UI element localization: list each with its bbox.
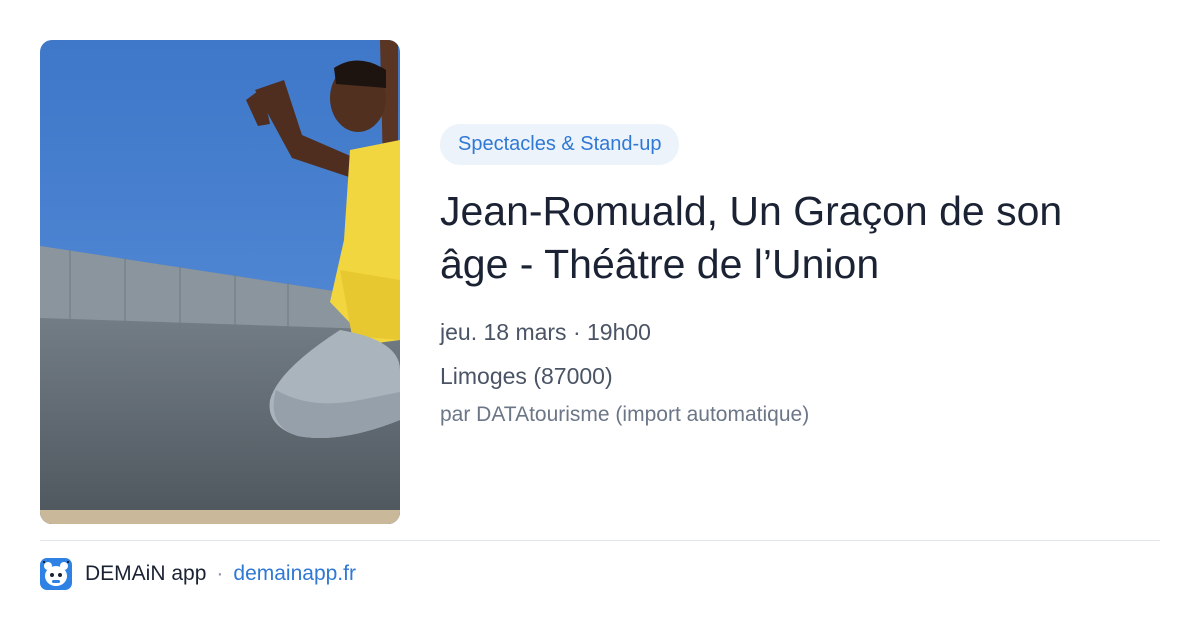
demain-app-logo-icon[interactable]	[40, 558, 72, 590]
footer-divider	[40, 540, 1160, 541]
dancer-photo	[40, 40, 400, 524]
event-title[interactable]: Jean-Romuald, Un Graçon de son âge - Thé…	[440, 185, 1140, 291]
footer: DEMAiN app · demainapp.fr	[40, 558, 356, 590]
footer-separator: ·	[216, 562, 224, 585]
app-domain-link[interactable]: demainapp.fr	[233, 562, 356, 586]
event-location: Limoges (87000)	[440, 363, 613, 389]
event-image[interactable]	[40, 40, 400, 524]
event-source: par DATAtourisme (import automatique)	[440, 403, 810, 426]
event-details: Spectacles & Stand-up Jean-Romuald, Un G…	[440, 124, 1160, 429]
app-name: DEMAiN app	[85, 562, 207, 585]
category-badge[interactable]: Spectacles & Stand-up	[440, 124, 680, 165]
event-date: jeu. 18 mars · 19h00	[440, 319, 651, 345]
